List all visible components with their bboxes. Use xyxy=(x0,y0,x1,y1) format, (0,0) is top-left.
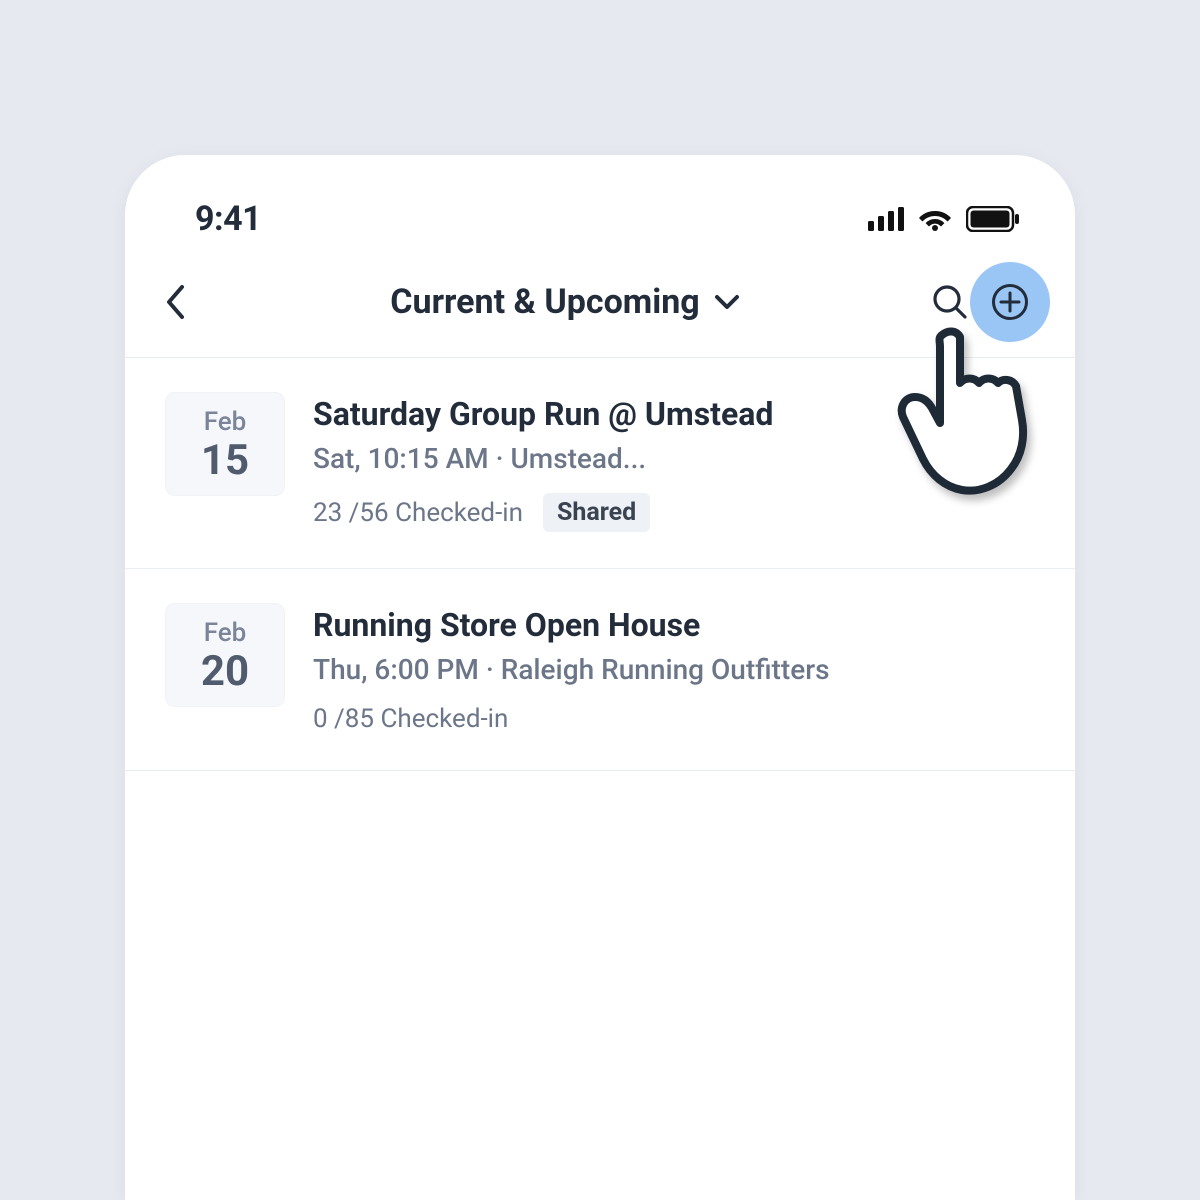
shared-badge: Shared xyxy=(543,493,650,532)
event-info: Running Store Open House Thu, 6:00 PM · … xyxy=(313,603,1035,734)
date-badge: Feb 15 xyxy=(165,392,285,496)
event-day: 20 xyxy=(166,650,284,694)
event-title: Saturday Group Run @ Umstead xyxy=(313,394,1035,434)
title-dropdown[interactable]: Current & Upcoming xyxy=(215,282,915,322)
event-day: 15 xyxy=(166,439,284,483)
event-info: Saturday Group Run @ Umstead Sat, 10:15 … xyxy=(313,392,1035,532)
plus-circle-icon xyxy=(991,283,1029,321)
event-meta: 23 /56 Checked-in Shared xyxy=(313,493,1035,532)
event-month: Feb xyxy=(166,618,284,648)
search-button[interactable] xyxy=(925,277,975,327)
checkin-count: 0 /85 Checked-in xyxy=(313,704,508,734)
status-time: 9:41 xyxy=(195,199,261,239)
add-button[interactable] xyxy=(985,277,1035,327)
event-subtitle: Thu, 6:00 PM · Raleigh Running Outfitter… xyxy=(313,653,1035,686)
event-subtitle: Sat, 10:15 AM · Umstead... xyxy=(313,442,1035,475)
search-icon xyxy=(932,284,968,320)
status-bar: 9:41 xyxy=(125,155,1075,255)
event-meta: 0 /85 Checked-in xyxy=(313,704,1035,734)
chevron-left-icon xyxy=(165,284,185,320)
event-list: Feb 15 Saturday Group Run @ Umstead Sat,… xyxy=(125,358,1075,771)
event-row[interactable]: Feb 15 Saturday Group Run @ Umstead Sat,… xyxy=(125,358,1075,569)
event-row[interactable]: Feb 20 Running Store Open House Thu, 6:0… xyxy=(125,569,1075,771)
cellular-icon xyxy=(868,207,904,231)
battery-icon xyxy=(966,206,1020,232)
nav-bar: Current & Upcoming xyxy=(125,255,1075,358)
back-button[interactable] xyxy=(165,284,205,320)
wifi-icon xyxy=(918,207,952,231)
chevron-down-icon xyxy=(714,294,740,310)
checkin-count: 23 /56 Checked-in xyxy=(313,498,523,528)
phone-frame: 9:41 xyxy=(125,155,1075,1200)
event-title: Running Store Open House xyxy=(313,605,1035,645)
date-badge: Feb 20 xyxy=(165,603,285,707)
status-indicators xyxy=(868,206,1020,232)
event-month: Feb xyxy=(166,407,284,437)
nav-title: Current & Upcoming xyxy=(390,282,699,322)
